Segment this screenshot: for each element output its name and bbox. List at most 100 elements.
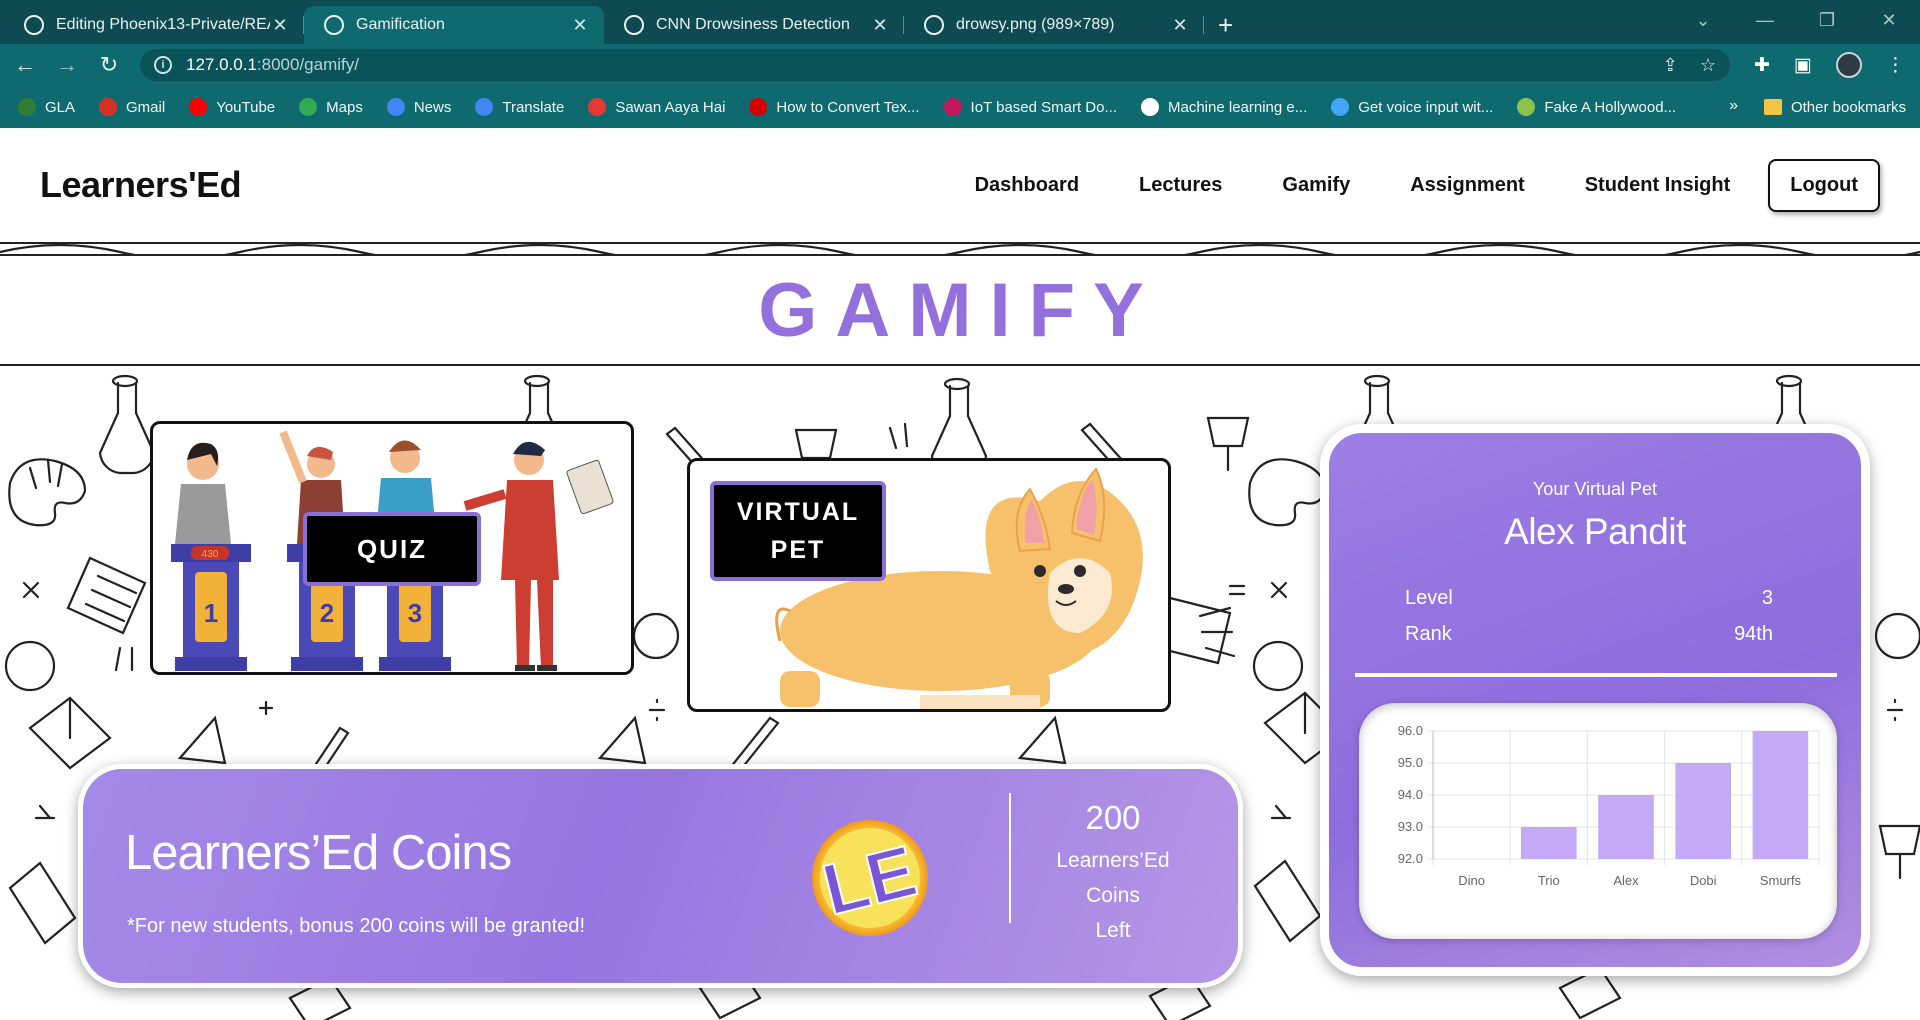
ruler-doodle [177,715,227,765]
new-tab-button[interactable]: + [1218,6,1233,44]
browser-tab[interactable]: Editing Phoenix13-Private/READI ✕ [4,6,304,44]
pet-bar-chart: 96.0 95.0 94.0 93.0 92.0 Dino Trio Alex Dobi Smur… [1359,703,1837,939]
bookmark-item[interactable]: Maps [299,98,363,116]
quiz-card[interactable]: 430 1 2 3 QUIZ [150,421,634,675]
nav-link-student-insight[interactable]: Student Insight [1585,174,1731,197]
coins-title: Learners’Ed Coins [125,826,512,880]
browser-tab[interactable]: drowsy.png (989×789) ✕ [904,6,1204,44]
close-tab-icon[interactable]: ✕ [270,15,290,36]
quiz-score: 430 [202,549,219,560]
podium-number: 3 [408,598,422,628]
ruler-doodle [597,715,647,765]
paper-doodle [66,556,147,635]
bookmark-label: Get voice input wit... [1358,98,1494,116]
close-tab-icon[interactable]: ✕ [570,15,590,36]
bookmark-label: IoT based Smart Do... [970,98,1117,116]
url-input[interactable]: i 127.0.0.1:8000/gamify/ ⇪ ☆ [140,49,1730,81]
other-bookmarks[interactable]: Other bookmarks [1763,86,1906,128]
nav-menu: Dashboard Lectures Gamify Assignment Stu… [915,159,1880,212]
tab-title: CNN Drowsiness Detection [656,16,850,33]
bookmark-item[interactable]: YouTube [189,98,275,116]
more-bookmarks-button[interactable]: » [1729,97,1738,115]
book-doodle [28,696,112,770]
menu-icon[interactable]: ⋮ [1886,54,1905,77]
y-tick-label: 93.0 [1398,819,1423,834]
share-icon[interactable]: ⇪ [1663,55,1678,76]
nav-link-gamify[interactable]: Gamify [1282,174,1350,197]
forward-icon[interactable]: → [50,52,84,78]
virtual-pet-label: VIRTUAL PET [737,493,859,569]
bookmark-label: YouTube [216,98,276,116]
virtual-pet-button[interactable]: VIRTUAL PET [710,481,886,581]
bookmark-favicon-icon [475,98,494,116]
bookmark-label: Maps [326,98,363,116]
virtual-pet-card[interactable]: VIRTUAL PET [687,458,1171,712]
browser-tab[interactable]: CNN Drowsiness Detection ✕ [604,6,904,44]
clock-doodle [1874,612,1920,660]
bookmark-label: GLA [45,98,76,116]
coins-amount-block: 200 Learners’Ed Coins Left [1023,799,1203,948]
y-tick-label: 94.0 [1398,787,1423,802]
y-tick-label: 95.0 [1398,755,1423,770]
coins-label-line: Learners’Ed [1056,849,1170,872]
close-window-icon[interactable]: ✕ [1858,10,1920,31]
palette-doodle [8,458,87,527]
bookmark-favicon-icon [386,98,405,116]
coin-logo-icon: LE [812,820,928,936]
nav-link-dashboard[interactable]: Dashboard [975,174,1079,197]
reload-icon[interactable]: ↻ [92,52,126,78]
podium-number: 2 [320,598,334,628]
bookmark-item[interactable]: Gmail [99,98,165,116]
minimize-icon[interactable]: — [1734,10,1796,31]
bookmark-item[interactable]: GLA [18,98,75,116]
globe-icon [924,15,944,35]
bookmark-item[interactable]: IoT based Smart Do... [943,98,1117,116]
tab-title: Gamification [356,16,445,33]
bookmarks-bar: GLA Gmail YouTube Maps News Translate Sawan Aa… [0,86,1920,128]
other-bookmarks-label: Other bookmarks [1790,98,1906,116]
bookmark-item[interactable]: News [386,98,451,116]
restore-icon[interactable]: ❐ [1796,10,1858,31]
bookmark-item[interactable]: Fake A Hollywood... [1517,98,1676,116]
y-tick-label: 96.0 [1398,723,1423,738]
x-tick-label: Dino [1458,873,1485,888]
virtual-pet-line1: VIRTUAL [736,498,860,526]
pet-stats-panel: Your Virtual Pet Alex Pandit Level 3 Ran… [1320,424,1870,976]
bookmark-label: Sawan Aaya Hai [615,98,726,116]
browser-tab[interactable]: Gamification ✕ [304,6,604,44]
level-label: Level [1405,587,1453,609]
site-navbar: Learners'Ed Dashboard Lectures Gamify As… [0,128,1920,244]
tab-search-icon[interactable]: ⌄ [1672,10,1734,31]
profile-avatar[interactable] [1835,52,1862,78]
bookmark-star-icon[interactable]: ☆ [1700,55,1716,76]
bookmark-item[interactable]: Translate [475,98,564,116]
coins-label-line: Left [1095,919,1131,942]
bar-chart-svg: 96.0 95.0 94.0 93.0 92.0 Dino Trio Alex Dobi Smur… [1398,723,1820,888]
rank-row: Rank 94th [1405,623,1773,646]
bookmark-favicon-icon [1331,98,1350,116]
browser-tab-bar: Editing Phoenix13-Private/READI ✕ Gamifica… [0,0,1920,44]
logout-button[interactable]: Logout [1768,159,1880,212]
bookmark-item[interactable]: How to Convert Tex... [749,98,920,116]
site-info-icon[interactable]: i [154,56,172,74]
brand-logo[interactable]: Learners'Ed [40,164,242,206]
x-tick-label: Smurfs [1760,873,1802,888]
grade-doodle [1252,640,1304,692]
grade-doodle [4,640,56,692]
nav-link-lectures[interactable]: Lectures [1139,174,1222,197]
bar-smurfs [1752,731,1809,859]
bookmark-item[interactable]: Sawan Aaya Hai [588,98,725,116]
podium-number: 1 [204,598,218,628]
extensions-icon[interactable]: ✚ [1754,54,1770,77]
close-tab-icon[interactable]: ✕ [1170,15,1190,36]
close-tab-icon[interactable]: ✕ [870,15,890,36]
side-panel-icon[interactable]: ▣ [1794,54,1812,77]
pet-panel-subtitle: Your Virtual Pet [1532,479,1658,499]
quiz-button[interactable]: QUIZ [303,512,481,586]
bookmark-item[interactable]: Machine learning e... [1141,98,1307,116]
bookmark-favicon-icon [189,98,208,116]
nav-link-assignment[interactable]: Assignment [1410,174,1524,197]
back-icon[interactable]: ← [8,52,42,78]
bookmark-item[interactable]: Get voice input wit... [1331,98,1493,116]
coins-label-line: Coins [1086,884,1140,907]
